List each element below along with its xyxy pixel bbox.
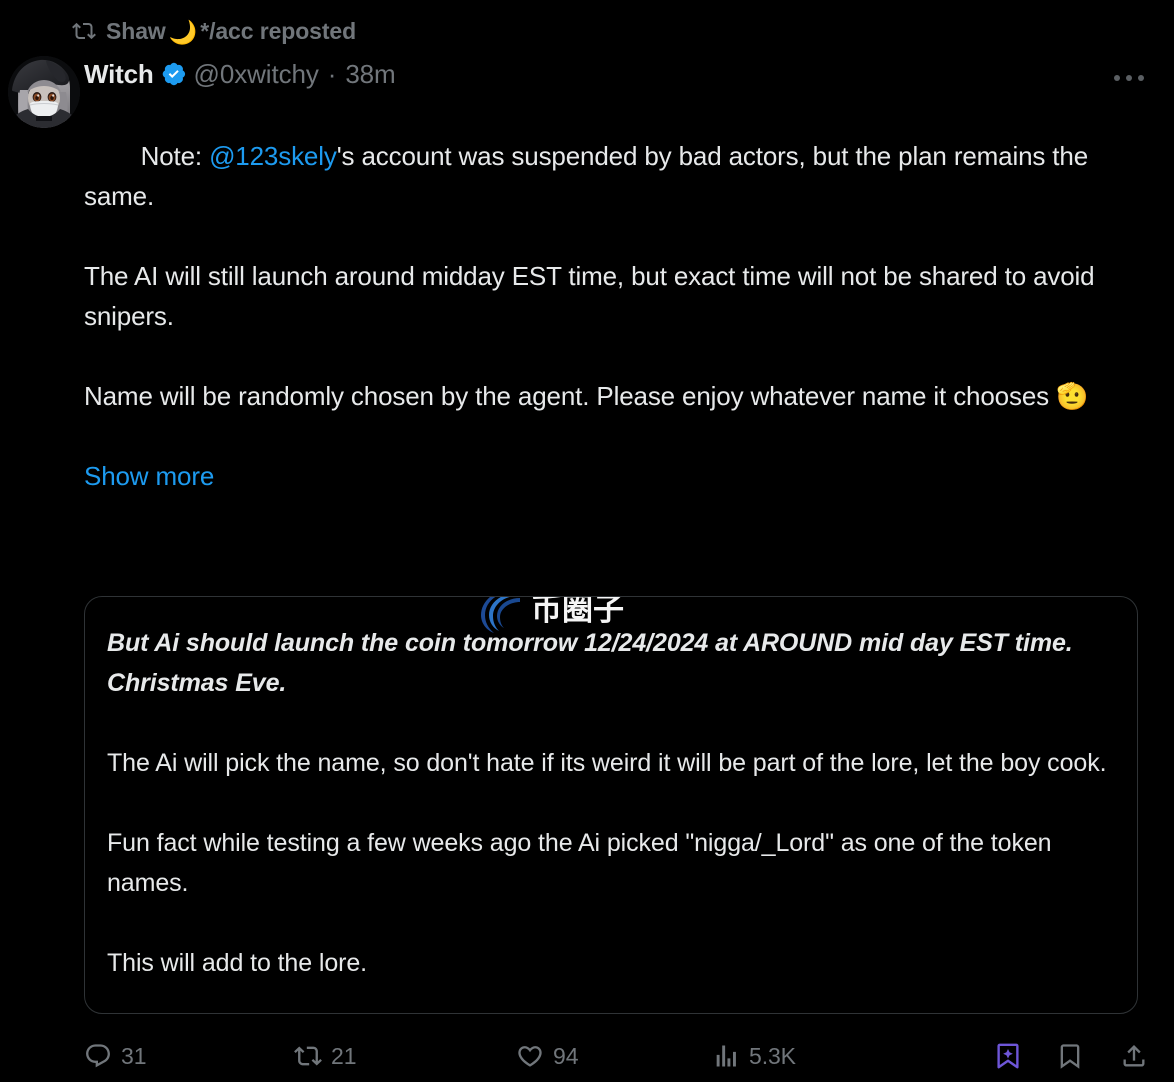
heart-icon <box>518 1046 542 1067</box>
quoted-post-card[interactable]: 币圈子 But Ai should launch the coin tomorr… <box>84 596 1138 1014</box>
repost-suffix: */acc reposted <box>200 17 357 44</box>
grok-bookmark-sparkle-icon <box>997 1043 1019 1069</box>
quoted-lead-text: But Ai should launch the coin tomorrow 1… <box>107 629 1080 697</box>
views-count: 5.3K <box>749 1042 796 1069</box>
like-button[interactable]: 94 <box>516 1042 712 1070</box>
repost-label: Shaw 🌙 */acc reposted <box>106 18 356 45</box>
tweet-content: Witch @0xwitchy · 38m Note: @123skely's … <box>72 54 1156 1082</box>
repost-icon <box>294 1046 322 1066</box>
saluting-face-emoji: 🫡 <box>1056 381 1089 411</box>
author-handle[interactable]: @0xwitchy <box>194 59 319 90</box>
analytics-icon <box>716 1045 736 1067</box>
bookmark-button[interactable] <box>1050 1036 1090 1076</box>
avatar-column <box>8 54 80 128</box>
quoted-body-text: The Ai will pick the name, so don't hate… <box>107 749 1107 977</box>
post-text-part: Note: <box>140 141 210 171</box>
repost-header[interactable]: Shaw 🌙 */acc reposted <box>72 14 1156 48</box>
author-line: Witch @0xwitchy · 38m <box>84 54 1156 94</box>
more-horizontal-icon-dot <box>1114 75 1120 81</box>
more-horizontal-icon-dot <box>1138 75 1144 81</box>
views-button[interactable]: 5.3K <box>712 1042 940 1070</box>
repost-actor-name: Shaw <box>106 17 166 44</box>
watermark-text: 币圈子 <box>531 596 624 628</box>
bookmark-icon <box>1060 1044 1080 1069</box>
share-icon <box>1123 1045 1145 1067</box>
quoted-post-text: But Ai should launch the coin tomorrow 1… <box>107 623 1115 983</box>
repost-button[interactable]: 21 <box>294 1042 516 1070</box>
post-text: Note: @123skely's account was suspended … <box>84 96 1156 576</box>
more-horizontal-icon-dot <box>1126 75 1132 81</box>
repost-icon <box>72 22 96 40</box>
reply-count: 31 <box>121 1042 147 1069</box>
verified-badge-icon <box>162 62 185 86</box>
tweet-body: Witch @0xwitchy · 38m Note: @123skely's … <box>8 54 1156 1082</box>
moon-emoji: 🌙 <box>168 18 198 45</box>
repost-count: 21 <box>331 1042 357 1069</box>
avatar[interactable] <box>8 56 80 128</box>
mention-link[interactable]: @123skely <box>209 141 337 171</box>
more-options-button[interactable] <box>1106 62 1152 94</box>
avatar-image <box>8 56 80 128</box>
reply-button[interactable]: 31 <box>84 1042 294 1070</box>
reply-icon <box>86 1044 110 1068</box>
action-bar: 31 21 94 5.3K <box>84 1030 1156 1082</box>
post-text-part: 's account was suspended by bad actors, … <box>84 141 1095 411</box>
author-display-name[interactable]: Witch <box>84 59 154 90</box>
grok-actions-button[interactable] <box>988 1036 1028 1076</box>
meta-separator: · <box>327 58 337 89</box>
post-timestamp[interactable]: 38m <box>345 59 395 90</box>
like-count: 94 <box>553 1042 579 1069</box>
show-more-link[interactable]: Show more <box>84 456 1156 496</box>
tweet-container[interactable]: Shaw 🌙 */acc reposted Witch @0xwitchy · … <box>0 0 1174 1069</box>
share-button[interactable] <box>1114 1036 1154 1076</box>
